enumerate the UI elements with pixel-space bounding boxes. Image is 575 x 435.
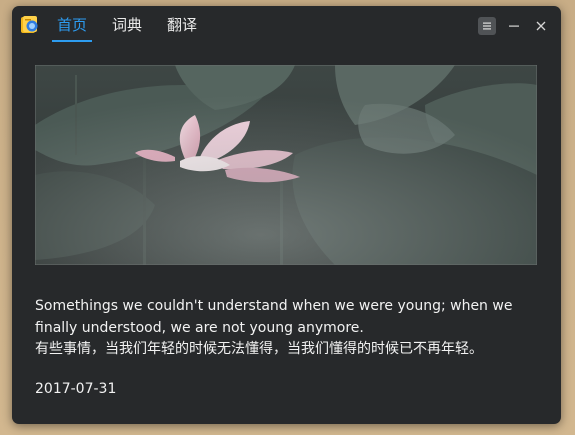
desktop-background: 首页 词典 翻译 Somethings we couldn't understa… bbox=[0, 0, 575, 435]
sentence-date: 2017-07-31 bbox=[35, 381, 117, 397]
dictionary-app-icon bbox=[20, 15, 40, 35]
tab-dictionary[interactable]: 词典 bbox=[107, 6, 147, 46]
english-sentence: Somethings we couldn't understand when w… bbox=[35, 298, 513, 336]
minimize-button[interactable] bbox=[505, 17, 523, 35]
main-tabs: 首页 词典 翻译 bbox=[52, 6, 217, 46]
app-window: 首页 词典 翻译 Somethings we couldn't understa… bbox=[12, 6, 561, 424]
tab-translate[interactable]: 翻译 bbox=[162, 6, 202, 46]
chinese-sentence: 有些事情，当我们年轻的时候无法懂得，当我们懂得的时候已不再年轻。 bbox=[35, 341, 483, 357]
tab-home[interactable]: 首页 bbox=[52, 6, 93, 46]
minimize-icon bbox=[509, 25, 519, 27]
close-icon bbox=[536, 21, 546, 31]
hamburger-menu-icon bbox=[483, 22, 491, 30]
title-bar: 首页 词典 翻译 bbox=[12, 6, 561, 46]
lotus-banner-image bbox=[35, 65, 537, 265]
menu-button[interactable] bbox=[478, 17, 496, 35]
close-button[interactable] bbox=[532, 17, 550, 35]
daily-sentence: Somethings we couldn't understand when w… bbox=[35, 296, 535, 361]
